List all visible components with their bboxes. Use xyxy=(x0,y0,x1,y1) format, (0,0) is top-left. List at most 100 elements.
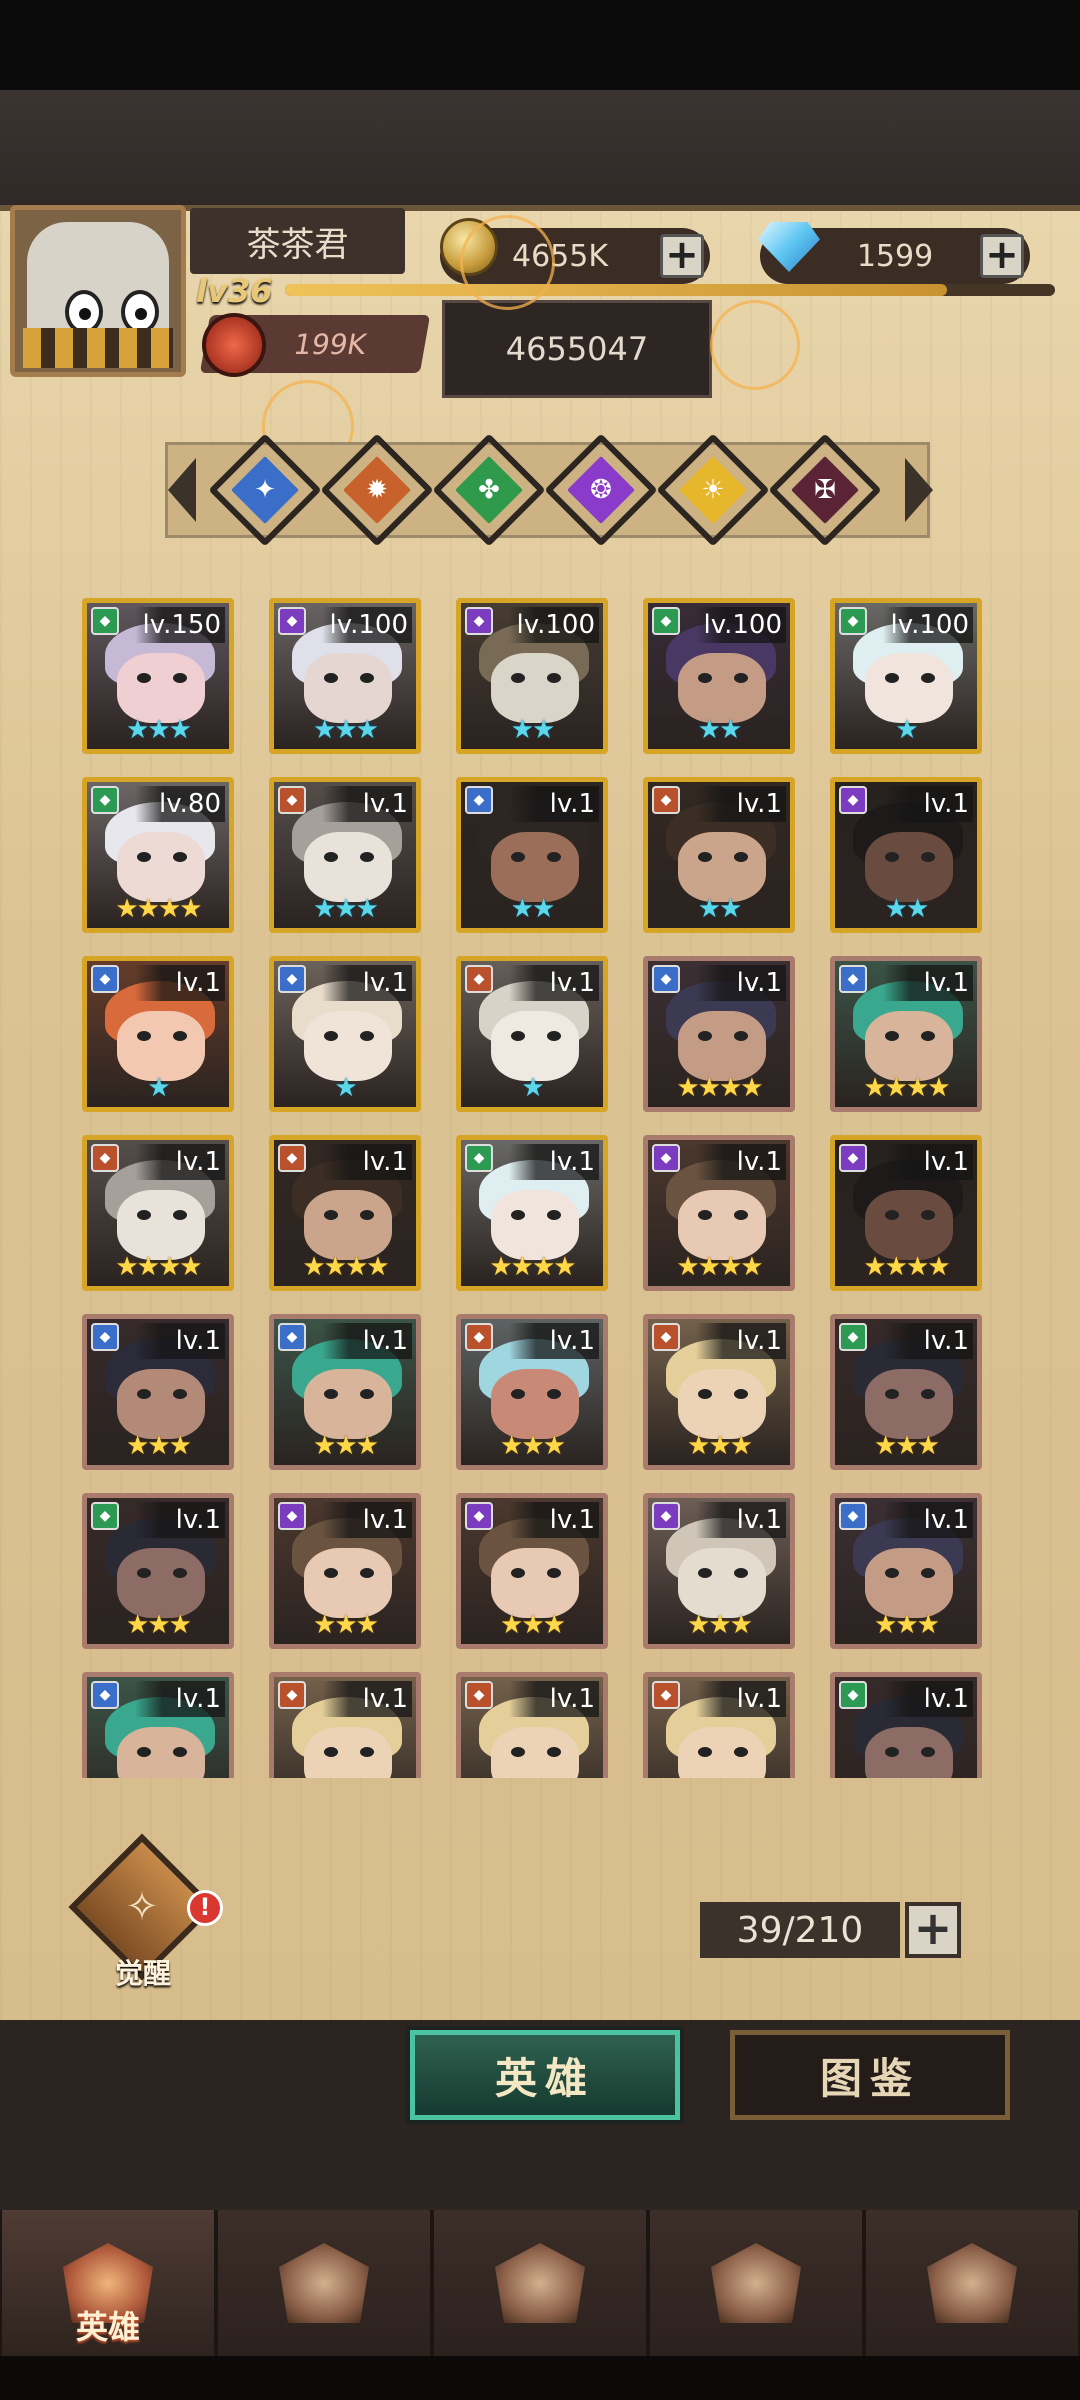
fist-icon xyxy=(202,313,266,377)
hero-eye xyxy=(360,1747,374,1757)
hero-eye xyxy=(885,1210,899,1220)
hero-eye xyxy=(921,852,935,862)
hero-level: lv.1 xyxy=(135,1323,225,1359)
hero-class-icon: ◆ xyxy=(278,965,306,993)
hero-card[interactable]: lv.1 ◆ ★ xyxy=(82,956,234,1112)
hero-class-icon: ◆ xyxy=(278,786,306,814)
expand-capacity-button[interactable]: + xyxy=(905,1902,961,1958)
nav-item-helmet[interactable]: 英雄 xyxy=(2,2210,214,2356)
hero-level: lv.1 xyxy=(322,965,412,1001)
hero-eye xyxy=(137,852,151,862)
nav-item-tower[interactable] xyxy=(650,2210,862,2356)
hero-card[interactable]: lv.80 ◆ ★★★★ xyxy=(82,777,234,933)
hero-class-icon: ◆ xyxy=(91,1681,119,1709)
hero-card[interactable]: lv.1 ◆ ★★ xyxy=(643,777,795,933)
hero-card[interactable]: lv.1 ◆ ★★★ xyxy=(456,1493,608,1649)
hero-face xyxy=(491,1011,579,1081)
hero-grid[interactable]: lv.150 ◆ ★★★ lv.100 ◆ ★★★ lv.100 ◆ ★★ lv.100 ◆ ★★ lv… xyxy=(82,598,1002,1778)
hero-card[interactable]: lv.1 ◆ ★★★ xyxy=(830,1314,982,1470)
hero-class-icon: ◆ xyxy=(652,1144,680,1172)
hero-stars: ★★★★ xyxy=(863,1073,950,1103)
hero-card[interactable]: lv.100 ◆ ★★★ xyxy=(269,598,421,754)
hero-card[interactable]: lv.1 ◆ ★★ xyxy=(456,777,608,933)
hero-card[interactable]: lv.1 ◆ xyxy=(269,1672,421,1778)
hero-level: lv.1 xyxy=(696,786,786,822)
hero-card[interactable]: lv.1 ◆ ★★★ xyxy=(830,1493,982,1649)
hero-card[interactable]: lv.1 ◆ ★★★ xyxy=(82,1314,234,1470)
hero-stars: ★★★ xyxy=(126,1431,192,1461)
hero-card[interactable]: lv.1 ◆ ★★★ xyxy=(82,1493,234,1649)
tab-atlas[interactable]: 图鉴 xyxy=(730,2030,1010,2120)
hero-class-icon: ◆ xyxy=(91,965,119,993)
hero-card[interactable]: lv.1 ◆ ★★★ xyxy=(269,1314,421,1470)
diamond-amount: 1599 xyxy=(856,238,934,274)
hero-card[interactable]: lv.150 ◆ ★★★ xyxy=(82,598,234,754)
hero-class-icon: ◆ xyxy=(465,1323,493,1351)
faction-prev-arrow[interactable] xyxy=(168,458,196,522)
hero-face xyxy=(678,1190,766,1260)
hero-stars: ★★★ xyxy=(313,1610,379,1640)
hero-face xyxy=(678,1369,766,1439)
hero-level: lv.1 xyxy=(696,965,786,1001)
nav-item-crossed-swords[interactable] xyxy=(434,2210,646,2356)
hero-class-icon: ◆ xyxy=(652,965,680,993)
hero-eye xyxy=(734,852,748,862)
hero-face xyxy=(678,1727,766,1778)
nav-item-banner[interactable] xyxy=(218,2210,430,2356)
hero-level: lv.1 xyxy=(883,1144,973,1180)
hero-card[interactable]: lv.1 ◆ xyxy=(643,1672,795,1778)
hero-level: lv.1 xyxy=(509,786,599,822)
hero-card[interactable]: lv.1 ◆ ★★ xyxy=(830,777,982,933)
hero-class-icon: ◆ xyxy=(652,1681,680,1709)
hero-eye xyxy=(734,1568,748,1578)
hero-class-icon: ◆ xyxy=(91,1502,119,1530)
hero-eye xyxy=(734,1031,748,1041)
faction-glyph-icon: ✠ xyxy=(814,475,836,505)
hero-card[interactable]: lv.1 ◆ ★★★ xyxy=(269,777,421,933)
hero-level: lv.1 xyxy=(883,1502,973,1538)
hero-card[interactable]: lv.1 ◆ ★★★ xyxy=(643,1314,795,1470)
hero-card[interactable]: lv.1 ◆ ★★★★ xyxy=(830,1135,982,1291)
hero-eye xyxy=(885,1568,899,1578)
hero-face xyxy=(491,1190,579,1260)
hero-level: lv.1 xyxy=(696,1681,786,1717)
hero-class-icon: ◆ xyxy=(91,1323,119,1351)
hero-card[interactable]: lv.1 ◆ ★ xyxy=(269,956,421,1112)
nav-item-guild-emblem[interactable] xyxy=(866,2210,1078,2356)
hero-eye xyxy=(324,1031,338,1041)
hero-card[interactable]: lv.1 ◆ ★★★★ xyxy=(830,956,982,1112)
hero-card[interactable]: lv.1 ◆ xyxy=(82,1672,234,1778)
hero-card[interactable]: lv.1 ◆ ★★★ xyxy=(456,1314,608,1470)
hero-stars: ★★★★ xyxy=(863,1252,950,1282)
hero-eye xyxy=(921,1568,935,1578)
hero-card[interactable]: lv.1 ◆ ★★★ xyxy=(269,1493,421,1649)
add-diamond-button[interactable]: + xyxy=(980,234,1024,278)
hero-card[interactable]: lv.1 ◆ ★ xyxy=(456,956,608,1112)
hero-stars: ★ xyxy=(334,1073,357,1103)
hero-card[interactable]: lv.1 ◆ ★★★★ xyxy=(456,1135,608,1291)
hero-class-icon: ◆ xyxy=(465,1144,493,1172)
hero-card[interactable]: lv.1 ◆ ★★★★ xyxy=(643,956,795,1112)
hero-class-icon: ◆ xyxy=(278,1323,306,1351)
hero-card[interactable]: lv.100 ◆ ★★ xyxy=(456,598,608,754)
hero-level: lv.1 xyxy=(135,1144,225,1180)
hero-card[interactable]: lv.1 ◆ ★★★ xyxy=(643,1493,795,1649)
hero-card[interactable]: lv.100 ◆ ★★ xyxy=(643,598,795,754)
hero-card[interactable]: lv.1 ◆ xyxy=(456,1672,608,1778)
hero-eye xyxy=(324,1568,338,1578)
hero-class-icon: ◆ xyxy=(465,607,493,635)
hero-eye xyxy=(173,1389,187,1399)
hero-card[interactable]: lv.1 ◆ ★★★★ xyxy=(82,1135,234,1291)
player-avatar[interactable] xyxy=(10,205,186,377)
add-gold-button[interactable]: + xyxy=(660,234,704,278)
tab-heroes[interactable]: 英雄 xyxy=(410,2030,680,2120)
hero-eye xyxy=(921,1389,935,1399)
hero-class-icon: ◆ xyxy=(465,1681,493,1709)
hero-card[interactable]: lv.1 ◆ xyxy=(830,1672,982,1778)
hero-eye xyxy=(360,673,374,683)
hero-stars: ★★ xyxy=(884,894,930,924)
faction-next-arrow[interactable] xyxy=(905,458,933,522)
hero-card[interactable]: lv.1 ◆ ★★★★ xyxy=(643,1135,795,1291)
hero-card[interactable]: lv.100 ◆ ★ xyxy=(830,598,982,754)
hero-card[interactable]: lv.1 ◆ ★★★★ xyxy=(269,1135,421,1291)
